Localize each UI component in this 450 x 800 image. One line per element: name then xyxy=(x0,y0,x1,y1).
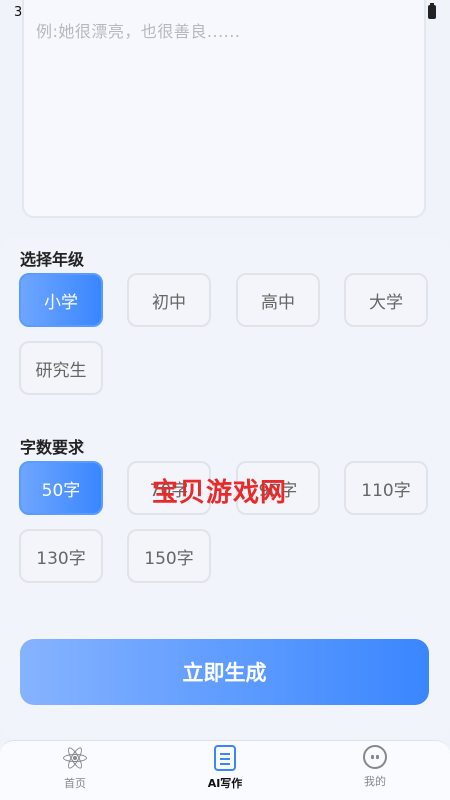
tab-mine-label: 我的 xyxy=(364,775,386,788)
tab-home-label: 首页 xyxy=(64,777,86,790)
textarea-placeholder: 例:她很漂亮，也很善良...... xyxy=(36,22,241,41)
wordcount-section-title: 字数要求 xyxy=(20,438,85,457)
wordcount-option-130[interactable]: 130字 xyxy=(19,529,103,583)
grade-section-title: 选择年级 xyxy=(20,250,85,269)
grade-option-university[interactable]: 大学 xyxy=(344,273,428,327)
tab-home[interactable]: 首页 xyxy=(0,741,150,800)
document-icon xyxy=(214,745,236,771)
tab-ai-write-label: AI写作 xyxy=(207,777,243,790)
wordcount-option-150[interactable]: 150字 xyxy=(127,529,211,583)
watermark-text: 宝贝游戏网 xyxy=(152,478,288,508)
face-icon xyxy=(363,745,387,769)
generate-button[interactable]: 立即生成 xyxy=(20,639,429,705)
grade-option-primary[interactable]: 小学 xyxy=(19,273,103,327)
grade-option-graduate[interactable]: 研究生 xyxy=(19,341,103,395)
tab-mine[interactable]: 我的 xyxy=(300,741,450,800)
atom-icon xyxy=(62,745,88,771)
battery-icon xyxy=(428,3,436,19)
grade-option-junior[interactable]: 初中 xyxy=(127,273,211,327)
bottom-tabbar: 首页 AI写作 我的 xyxy=(0,740,450,800)
wordcount-option-110[interactable]: 110字 xyxy=(344,461,428,515)
tab-ai-write[interactable]: AI写作 xyxy=(150,741,300,800)
wordcount-option-50[interactable]: 50字 xyxy=(19,461,103,515)
grade-option-senior[interactable]: 高中 xyxy=(236,273,320,327)
